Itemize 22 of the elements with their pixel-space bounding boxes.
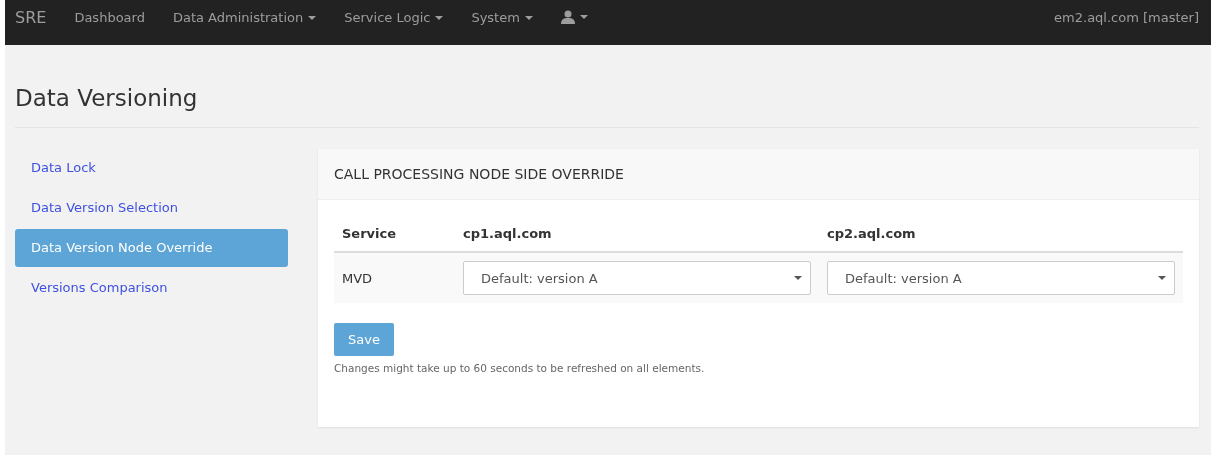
version-select[interactable]: Default: version A bbox=[827, 261, 1175, 295]
user-icon bbox=[560, 10, 575, 24]
page-title: Data Versioning bbox=[15, 85, 1199, 128]
caret-icon bbox=[794, 276, 802, 280]
nav-link[interactable]: Service Logic bbox=[330, 0, 458, 25]
caret-icon bbox=[1158, 276, 1166, 280]
nav-link[interactable]: System bbox=[457, 0, 547, 25]
version-select[interactable]: Default: version A bbox=[463, 261, 811, 295]
caret-icon bbox=[579, 15, 588, 19]
server-label: em2.aql.com [master] bbox=[1054, 9, 1200, 25]
help-text: Changes might take up to 60 seconds to be refreshed on all elements. bbox=[334, 362, 706, 374]
sidebar-item[interactable]: Data Lock bbox=[15, 149, 288, 187]
table-cell: MVD bbox=[334, 252, 455, 303]
caret-icon bbox=[524, 15, 533, 20]
nav-link[interactable]: Data Administration bbox=[158, 0, 331, 25]
sidebar-item[interactable]: Versions Comparison bbox=[15, 269, 288, 307]
caret-icon bbox=[308, 15, 317, 20]
caret-icon bbox=[435, 15, 444, 20]
sidebar-item[interactable]: Data Version Selection bbox=[15, 189, 288, 227]
brand-logo[interactable]: SRE bbox=[5, 0, 61, 27]
panel-title: CALL PROCESSING NODE SIDE OVERRIDE bbox=[318, 149, 1199, 200]
nav-link[interactable]: Dashboard bbox=[60, 0, 159, 25]
